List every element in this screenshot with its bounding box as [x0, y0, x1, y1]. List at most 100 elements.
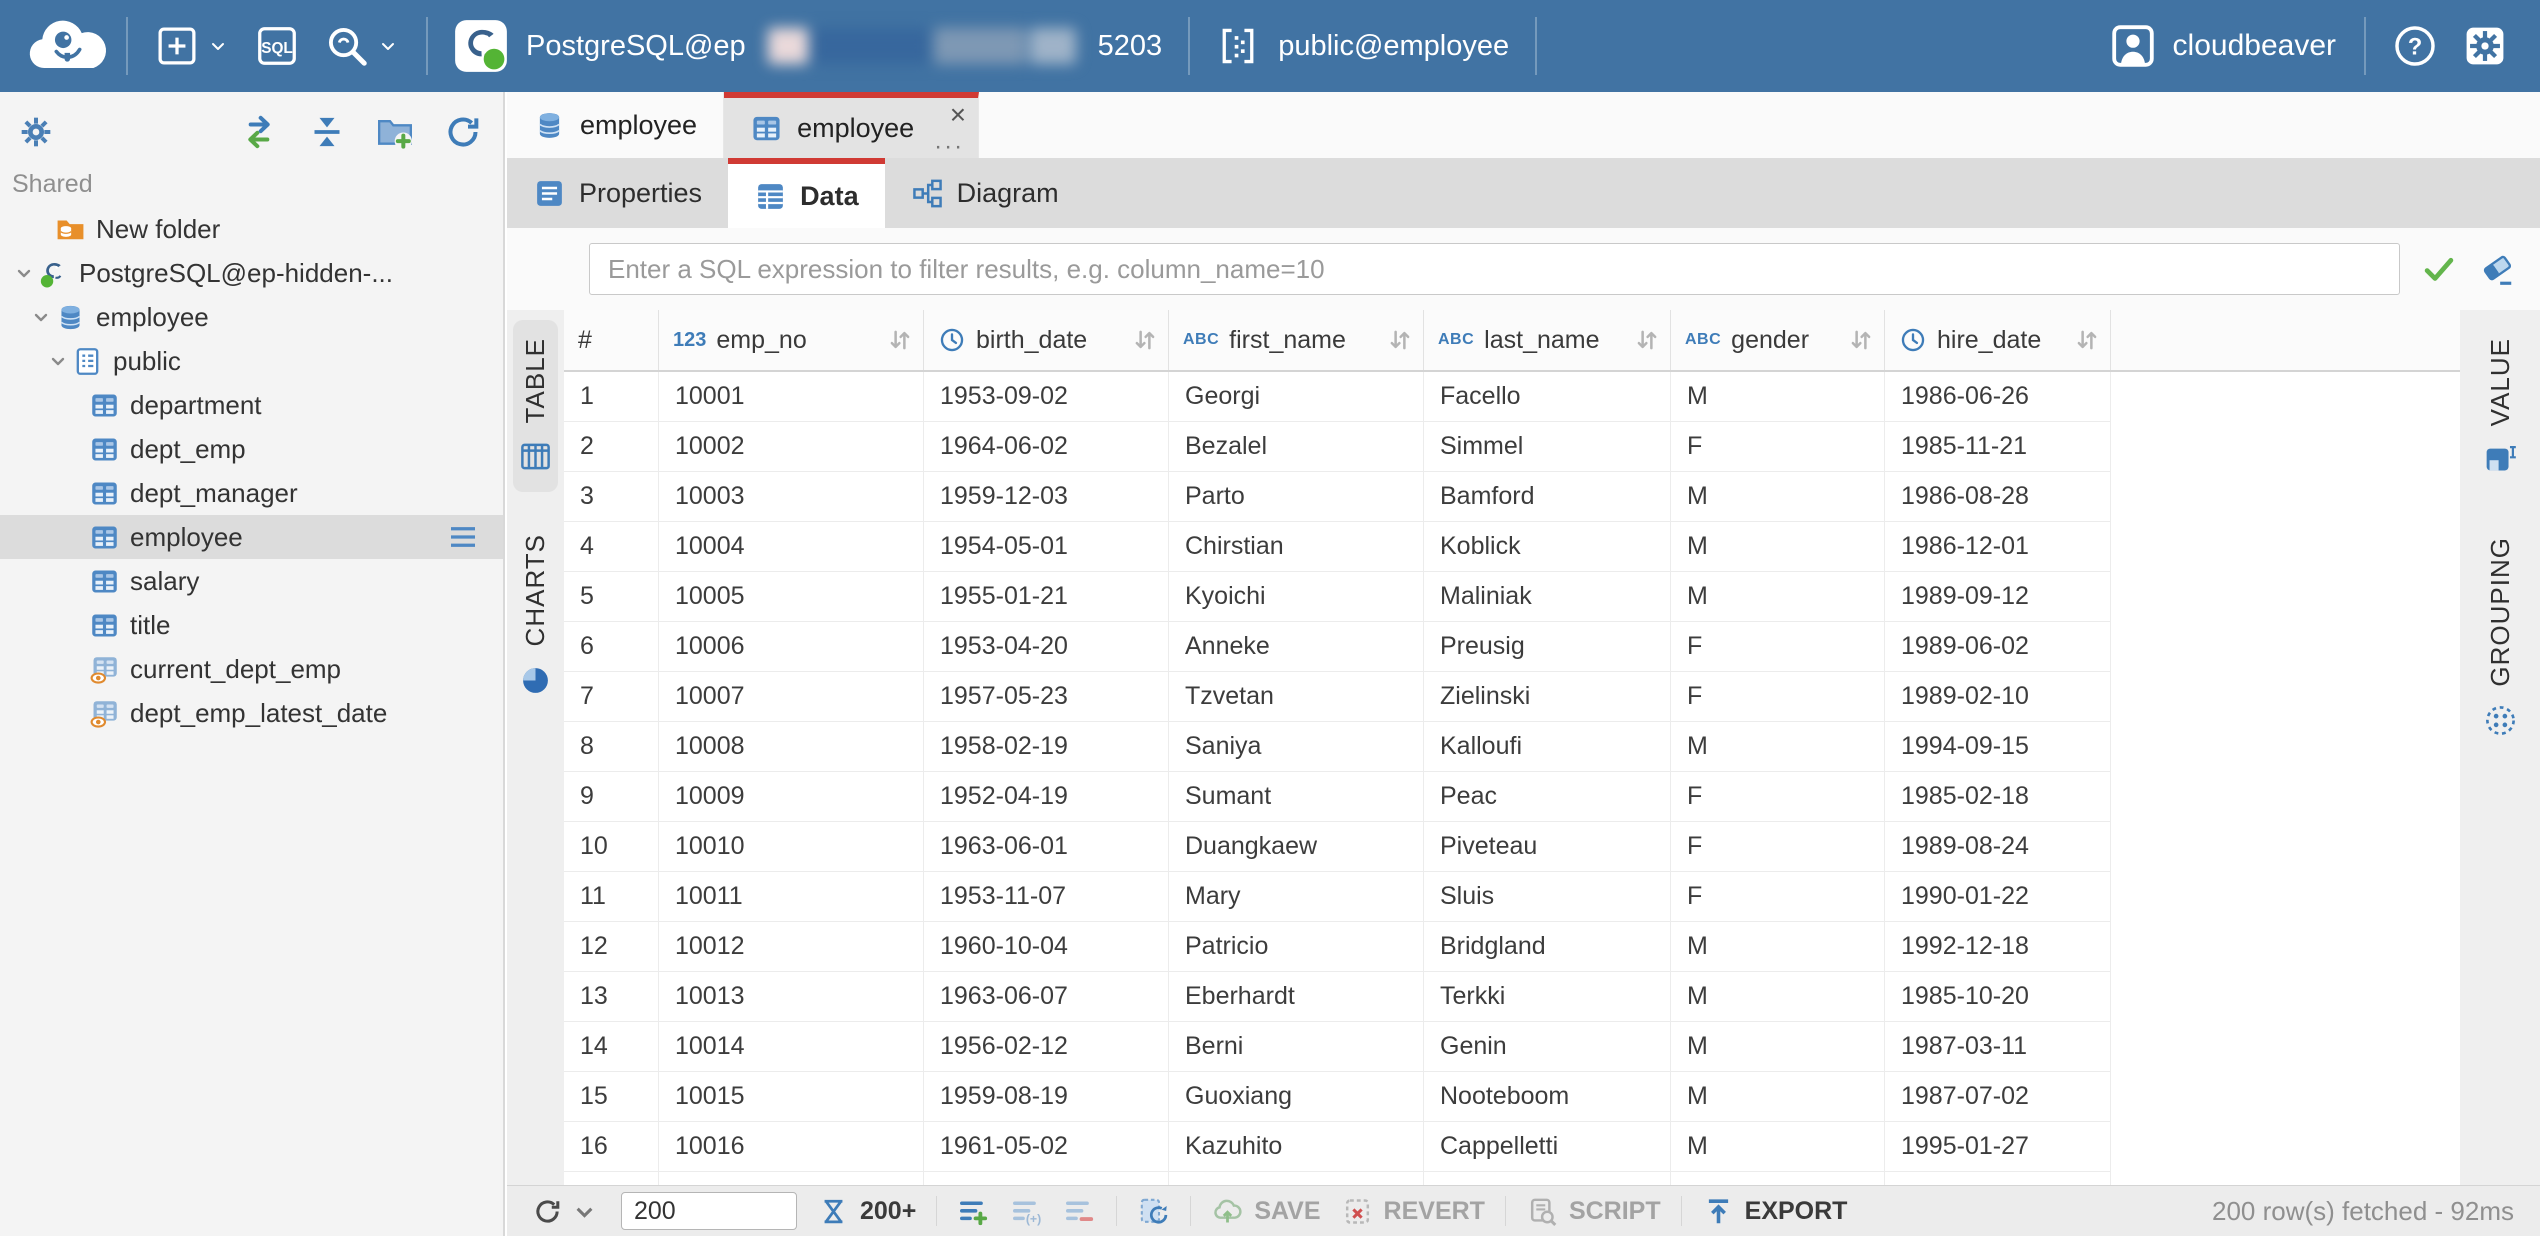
grid-cell[interactable]: Chirstian	[1169, 522, 1424, 572]
row-index-cell[interactable]: 12	[564, 922, 659, 972]
grid-cell[interactable]: Sluis	[1424, 872, 1671, 922]
grid-cell[interactable]: M	[1671, 1022, 1885, 1072]
row-index-cell[interactable]: 6	[564, 622, 659, 672]
row-index-cell[interactable]: 5	[564, 572, 659, 622]
save-button[interactable]: SAVE	[1211, 1195, 1320, 1228]
user-menu[interactable]: cloudbeaver	[2109, 22, 2336, 70]
grid-cell[interactable]: Sumant	[1169, 772, 1424, 822]
clear-filter-eraser-icon[interactable]	[2478, 250, 2516, 288]
grid-cell[interactable]: 10011	[659, 872, 924, 922]
grid-cell[interactable]: Eberhardt	[1169, 972, 1424, 1022]
grid-cell[interactable]: 1964-06-02	[924, 422, 1169, 472]
sql-filter-input[interactable]	[589, 243, 2400, 295]
grid-cell[interactable]: F	[1671, 622, 1885, 672]
row-index-cell[interactable]: 9	[564, 772, 659, 822]
panel-tab-value[interactable]: VALUE	[2483, 338, 2518, 477]
add-row-button[interactable]	[957, 1195, 990, 1228]
grid-cell[interactable]: 1955-01-21	[924, 572, 1169, 622]
tree-item-public[interactable]: public	[0, 339, 503, 383]
row-index-cell[interactable]: 2	[564, 422, 659, 472]
grid-cell[interactable]: Parto	[1169, 472, 1424, 522]
grid-cell[interactable]: 10005	[659, 572, 924, 622]
grid-cell[interactable]: M	[1671, 1072, 1885, 1122]
grid-cell[interactable]: 1956-02-12	[924, 1022, 1169, 1072]
tree-item-dept-manager[interactable]: dept_manager	[0, 471, 503, 515]
grid-cell[interactable]: F	[1671, 422, 1885, 472]
grid-cell[interactable]: M	[1671, 922, 1885, 972]
tab-employee-table[interactable]: employee × ···	[724, 92, 979, 158]
grid-cell[interactable]: Bezalel	[1169, 422, 1424, 472]
grid-cell[interactable]: M	[1671, 972, 1885, 1022]
grid-cell[interactable]: Patricio	[1169, 922, 1424, 972]
grid-cell[interactable]: Terkki	[1424, 972, 1671, 1022]
sort-icon[interactable]	[1846, 325, 1876, 355]
grid-cell[interactable]: Kyoichi	[1169, 572, 1424, 622]
help-button[interactable]: ?	[2392, 23, 2438, 69]
column-header-first_name[interactable]: ABCfirst_name	[1169, 310, 1424, 370]
grid-cell[interactable]: 1953-04-20	[924, 622, 1169, 672]
grid-cell[interactable]: Koblick	[1424, 522, 1671, 572]
grid-cell[interactable]: M	[1671, 722, 1885, 772]
grid-cell[interactable]: 1953-09-02	[924, 372, 1169, 422]
tab-diagram[interactable]: Diagram	[885, 158, 1085, 228]
fetch-size-input[interactable]	[621, 1192, 797, 1230]
delete-row-button[interactable]	[1063, 1195, 1096, 1228]
tab-employee-database[interactable]: employee	[507, 92, 724, 158]
grid-cell[interactable]: Bamford	[1424, 472, 1671, 522]
presentation-tab-charts[interactable]: CHARTS	[518, 534, 553, 697]
grid-cell[interactable]: F	[1671, 772, 1885, 822]
close-tab-icon[interactable]: ×	[950, 100, 966, 130]
grid-cell[interactable]: Nooteboom	[1424, 1072, 1671, 1122]
revert-button[interactable]: REVERT	[1341, 1195, 1485, 1228]
grid-cell[interactable]: 1986-12-01	[1885, 522, 2111, 572]
grid-cell[interactable]: 1985-02-18	[1885, 772, 2111, 822]
grid-cell[interactable]: 1987-03-11	[1885, 1022, 2111, 1072]
refresh-results-button[interactable]	[531, 1195, 601, 1228]
apply-filter-icon[interactable]	[2420, 250, 2458, 288]
grid-cell[interactable]: Georgi	[1169, 372, 1424, 422]
row-index-cell[interactable]: 3	[564, 472, 659, 522]
edit-mode-button[interactable]	[1137, 1195, 1170, 1228]
grid-cell[interactable]: Anneke	[1169, 622, 1424, 672]
grid-cell[interactable]: M	[1671, 572, 1885, 622]
grid-cell[interactable]: 10006	[659, 622, 924, 672]
grid-cell[interactable]: M	[1671, 472, 1885, 522]
grid-cell[interactable]: Piveteau	[1424, 822, 1671, 872]
grid-cell[interactable]: Kalloufi	[1424, 722, 1671, 772]
grid-cell[interactable]: Berni	[1169, 1022, 1424, 1072]
row-index-cell[interactable]: 15	[564, 1072, 659, 1122]
panel-tab-grouping[interactable]: GROUPING	[2483, 537, 2518, 738]
grid-cell[interactable]: 10009	[659, 772, 924, 822]
grid-cell[interactable]: Cappelletti	[1424, 1122, 1671, 1172]
grid-cell[interactable]: 10014	[659, 1022, 924, 1072]
grid-cell[interactable]: 1989-08-24	[1885, 822, 2111, 872]
grid-cell[interactable]: Zielinski	[1424, 672, 1671, 722]
grid-cell[interactable]: 1995-01-27	[1885, 1122, 2111, 1172]
grid-cell[interactable]: 1992-12-18	[1885, 922, 2111, 972]
connection-selector[interactable]: PostgreSQL@ep5203	[454, 19, 1162, 73]
sort-icon[interactable]	[1385, 325, 1415, 355]
driver-manager-button[interactable]	[324, 23, 400, 69]
grid-cell[interactable]: 1990-01-22	[1885, 872, 2111, 922]
grid-cell[interactable]: M	[1671, 522, 1885, 572]
grid-cell[interactable]: Simmel	[1424, 422, 1671, 472]
tree-item-salary[interactable]: salary	[0, 559, 503, 603]
column-header-hire_date[interactable]: hire_date	[1885, 310, 2111, 370]
tree-item-employee[interactable]: employee	[0, 515, 503, 559]
row-index-cell[interactable]: 16	[564, 1122, 659, 1172]
grid-cell[interactable]: Preusig	[1424, 622, 1671, 672]
grid-cell[interactable]: F	[1671, 672, 1885, 722]
grid-cell[interactable]: 1952-04-19	[924, 772, 1169, 822]
grid-cell[interactable]: 10016	[659, 1122, 924, 1172]
sort-icon[interactable]	[1130, 325, 1160, 355]
tree-item-new-folder[interactable]: New folder	[0, 207, 503, 251]
grid-cell[interactable]: 10001	[659, 372, 924, 422]
tab-properties[interactable]: Properties	[507, 158, 728, 228]
grid-cell[interactable]: Facello	[1424, 372, 1671, 422]
grid-cell[interactable]: 10012	[659, 922, 924, 972]
grid-cell[interactable]: 10008	[659, 722, 924, 772]
link-selection-icon[interactable]	[239, 112, 279, 152]
tree-item-title[interactable]: title	[0, 603, 503, 647]
grid-cell[interactable]: Genin	[1424, 1022, 1671, 1072]
grid-cell[interactable]: 10002	[659, 422, 924, 472]
